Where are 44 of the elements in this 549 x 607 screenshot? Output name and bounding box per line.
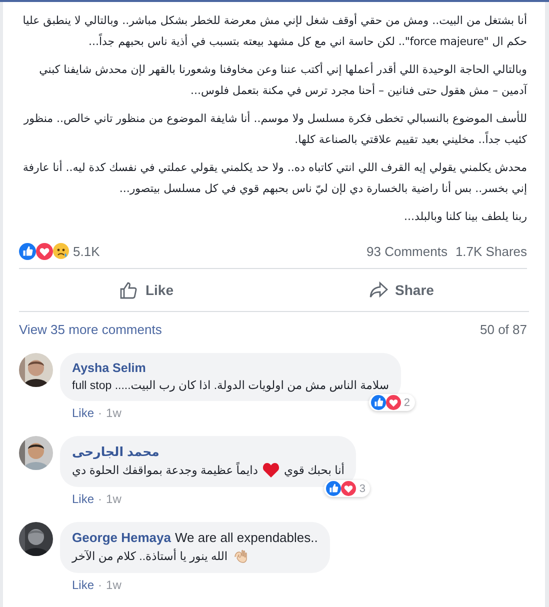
like-reaction-icon <box>19 243 36 260</box>
comment-position: 50 of 87 <box>480 322 527 337</box>
share-arrow-icon <box>369 281 390 299</box>
heart-icon <box>262 462 280 478</box>
comment-text: We are all expendables.. <box>175 530 318 545</box>
post-paragraph: وبالتالي الحاجة الوحيدة اللي أقدر أعملها إني أكتب عننا وعن مخاوفنا وشعورنا بالقهر لإن محدش شايفنا كبني آدمين – مش هقول حتى فنانين – أحنا مجرد ترس في مكنة بتعمل فلوس... <box>38 61 527 99</box>
reaction-count: 3 <box>359 482 366 494</box>
comment-text: الله ينور يا أستاذة.. كلام من الآخر <box>72 549 228 563</box>
share-count[interactable]: 1.7K Shares <box>455 244 527 259</box>
view-more-comments-link[interactable]: View 35 more comments <box>19 322 162 337</box>
comment-time: 1w <box>106 578 122 592</box>
reaction-badge[interactable]: 3 <box>324 480 370 497</box>
love-reaction-icon <box>36 243 53 260</box>
comment-time: 1w <box>106 406 122 420</box>
post-paragraph: ربنا يلطف بينا كلنا وبالبلد... <box>402 209 527 225</box>
reaction-count[interactable]: 5.1K <box>73 244 100 259</box>
comment-author[interactable]: George Hemaya <box>72 530 171 545</box>
post-paragraph: للأسف الموضوع بالنسبالي تخطى فكرة مسلسل ولا موسم.. أنا شايفة الموضوع من منظور تاني خالص.. منظور كئيب جداً.. مخليني بعيد تقييم علاقتي بالصناعة كلها. <box>22 110 527 148</box>
comment-time: 1w <box>106 492 122 506</box>
comment-text: دايماً عظيمة وجدعة بمواقفك الحلوة دي <box>72 463 258 477</box>
post-paragraph: أنا بشتغل من البيت.. ومش من حقي أوقف شغل لإني مش معرضة للخطر بشكل مباشر.. وبالتالي لا ينطبق عليا حكم ال "force majeure".. لكن حاسة اني مع كل مشهد بيعته بتسبب في أذية ناس بحبهم جداً... <box>22 12 527 50</box>
reaction-badge[interactable]: 2 <box>368 394 415 411</box>
separator-dot: · <box>98 578 102 592</box>
comment-like-link[interactable]: Like <box>72 492 94 506</box>
post-paragraph: محدش يكلمني يقولي إيه القرف اللي انتي كاتباه ده.. ولا حد يكلمني يقولي عملتي في نفسك كدة ليه.. أنا عارفة إني بخسر.. بس أنا راضية بالخسارة دي لإن ليّ ناس بحبهم قوي في كل مسلسل بيتصور... <box>22 159 527 197</box>
ok-hand-icon <box>232 548 248 564</box>
reaction-count: 2 <box>404 396 410 408</box>
share-button[interactable]: Share <box>274 273 529 307</box>
comment-like-link[interactable]: Like <box>72 406 94 420</box>
sad-emoji-icon <box>53 243 69 260</box>
comment-count[interactable]: 93 Comments <box>366 244 448 259</box>
comment-author[interactable]: Aysha Selim <box>72 361 146 375</box>
like-button[interactable]: Like <box>19 273 274 307</box>
comment-like-link[interactable]: Like <box>72 578 94 592</box>
comment-author[interactable]: محمد الجارحى <box>72 444 160 459</box>
comment-text: سلامة الناس مش من اولويات الدولة. اذا كان رب البيت..... full stop <box>72 379 389 392</box>
thumbs-up-icon <box>119 280 140 300</box>
separator-dot: · <box>98 492 102 506</box>
love-reaction-icon <box>386 395 401 410</box>
like-reaction-icon <box>326 481 342 496</box>
like-reaction-icon <box>370 395 386 410</box>
comment-text: أنا بحبك قوي <box>284 463 344 477</box>
love-reaction-icon <box>341 481 356 496</box>
separator-dot: · <box>98 406 102 420</box>
